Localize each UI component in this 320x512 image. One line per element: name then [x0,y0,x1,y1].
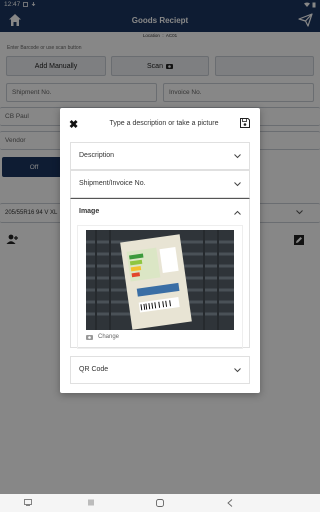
dialog-title: Type a description or take a picture [109,120,219,127]
recents-icon[interactable] [88,499,95,506]
chevron-down-icon [234,182,241,187]
qr-code-label: QR Code [79,366,109,373]
save-icon[interactable] [240,118,250,128]
home-nav-icon[interactable] [156,499,164,507]
keyboard-icon[interactable] [24,499,32,506]
shipment-invoice-label: Shipment/Invoice No. [79,180,146,187]
back-icon[interactable] [227,499,233,507]
chevron-down-icon [234,154,241,159]
picture-dialog: ✖ Type a description or take a picture D… [60,108,260,393]
description-section[interactable]: Description [70,142,250,170]
image-label[interactable]: Image [79,208,99,215]
close-icon[interactable]: ✖ [69,118,78,131]
camera-icon [86,335,93,340]
tire-label-photo [86,230,234,330]
chevron-down-icon [234,368,241,373]
qr-code-section[interactable]: QR Code [70,356,250,384]
shipment-invoice-section[interactable]: Shipment/Invoice No. [70,170,250,198]
tire-photo [86,230,234,330]
description-label: Description [79,152,115,159]
change-image-link[interactable]: Change [86,334,119,340]
system-nav-bar [0,494,320,512]
chevron-up-icon[interactable] [234,210,241,215]
change-label: Change [98,334,120,340]
